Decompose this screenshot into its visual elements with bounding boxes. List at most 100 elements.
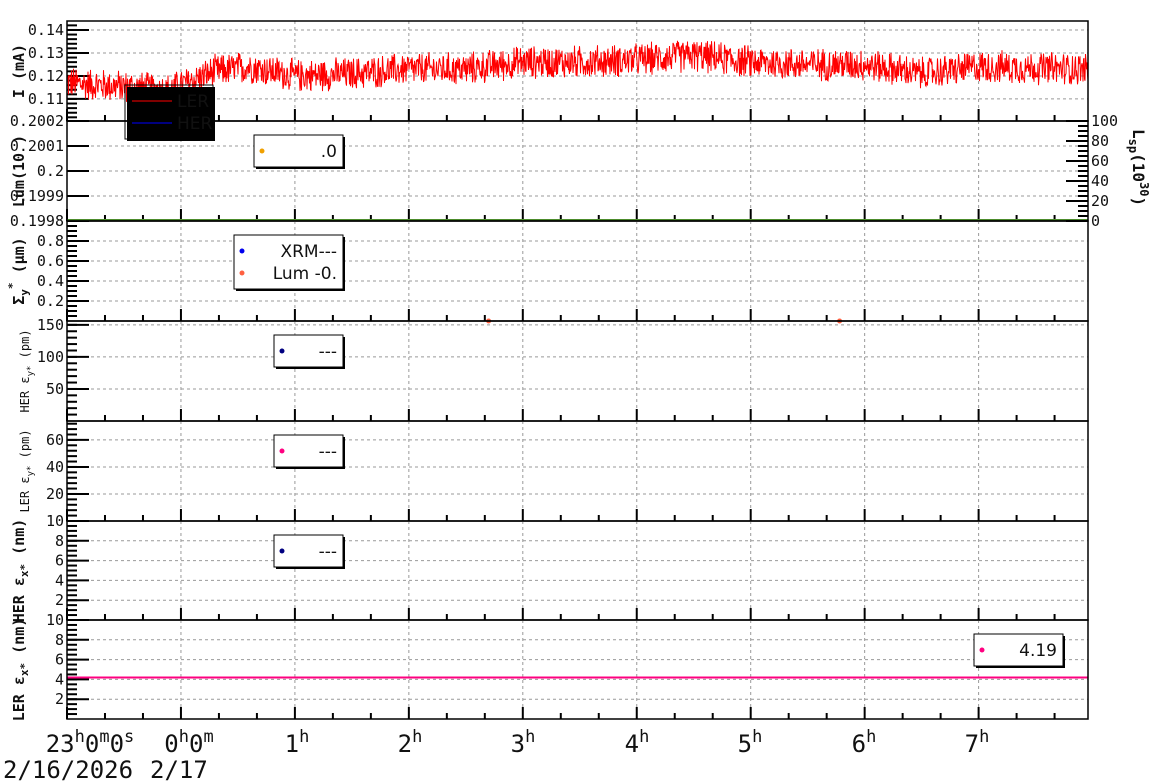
panel-frame bbox=[66, 520, 1089, 621]
legend-marker bbox=[239, 248, 245, 254]
panel-frame bbox=[66, 619, 1089, 720]
label-sub: y* bbox=[26, 366, 36, 377]
y-tick-label: 4 bbox=[55, 670, 64, 688]
label-main: 1 bbox=[285, 730, 299, 758]
legend-label: --- bbox=[319, 542, 337, 562]
label-main: 0 bbox=[164, 730, 178, 758]
label-main: 23 bbox=[46, 730, 75, 758]
label-unit: h bbox=[75, 727, 85, 747]
y-axis-label: Lum(10 ) bbox=[10, 135, 28, 207]
label-sub: x* bbox=[18, 564, 31, 577]
y-axis-label: Σy* (μm) bbox=[6, 237, 31, 304]
panel-ler-emit-x: 2 46 8 10 LER εx* (nm) bbox=[10, 611, 1089, 722]
label-main: L bbox=[1129, 129, 1148, 139]
y-tick-label: 40 bbox=[46, 458, 64, 476]
y-tick-label: 6 bbox=[55, 552, 64, 570]
label-main: HER ε bbox=[10, 577, 28, 622]
legend-label: LER bbox=[177, 92, 209, 112]
y-tick-label: 50 bbox=[46, 380, 64, 398]
y-tick-label: 0.6 bbox=[37, 252, 64, 270]
y-tick-label: 0.4 bbox=[37, 272, 64, 290]
y-tick-label: 150 bbox=[37, 316, 64, 334]
label-main: 4 bbox=[625, 730, 639, 758]
legend-ler-emit-y: --- bbox=[273, 434, 345, 469]
label-unit: m bbox=[203, 727, 213, 747]
label-unit: (nm) bbox=[10, 519, 28, 564]
label-unit: h bbox=[179, 727, 189, 747]
x-tick-label: 0h0m bbox=[164, 727, 213, 758]
label-unit: (μm) bbox=[10, 237, 28, 282]
legend-ler-emit-x: 4.19 bbox=[973, 633, 1065, 668]
legend-sigma-y: XRM---Lum -0. bbox=[233, 234, 345, 291]
label-main: 3 bbox=[511, 730, 525, 758]
label-main: HER ε bbox=[18, 376, 32, 412]
label-unit: h bbox=[525, 727, 535, 747]
legend-marker bbox=[279, 348, 285, 354]
x-tick-label: 23h0m0s bbox=[46, 727, 135, 758]
label-unit: m bbox=[99, 727, 109, 747]
y-axis-label: HER εy* (pm) bbox=[18, 329, 36, 412]
label-main: Lum(10 bbox=[10, 153, 28, 207]
label-unit: h bbox=[866, 727, 876, 747]
y-tick-label: 0.2002 bbox=[10, 112, 64, 130]
label-main: LER ε bbox=[10, 676, 28, 721]
label-sup: * bbox=[6, 282, 19, 289]
label-main: LER ε bbox=[18, 476, 32, 512]
label-rest: (10 bbox=[1129, 153, 1148, 182]
right-y-tick-label: 80 bbox=[1091, 132, 1109, 150]
label-unit: h bbox=[752, 727, 762, 747]
y-tick-label: 0.13 bbox=[28, 44, 64, 62]
y-tick-label: 2 bbox=[55, 690, 64, 708]
panel-frame bbox=[66, 320, 1089, 422]
panel-her-emit-x: 2 46 8 10 HER εx* (nm) bbox=[10, 512, 1089, 623]
y-tick-label: 100 bbox=[37, 348, 64, 366]
legend-luminosity: .0 bbox=[253, 134, 345, 169]
label-sub: sp bbox=[1126, 139, 1140, 153]
label-main: 5 bbox=[738, 730, 752, 758]
y-tick-label: 0.2 bbox=[37, 292, 64, 310]
y-tick-label: 10 bbox=[46, 611, 64, 629]
x-date-label: 2/16/2026 bbox=[3, 756, 133, 782]
x-tick-label: 1h bbox=[285, 727, 310, 758]
y-tick-label: 8 bbox=[55, 631, 64, 649]
legend-marker bbox=[259, 148, 265, 154]
y-tick-label: 60 bbox=[46, 431, 64, 449]
label-unit: h bbox=[299, 727, 309, 747]
legend-label: 4.19 bbox=[1019, 641, 1057, 661]
panel-frame bbox=[66, 220, 1089, 322]
right-y-axis-label: Lsp(1030) bbox=[1126, 129, 1151, 206]
right-y-tick-label: 40 bbox=[1091, 172, 1109, 190]
right-y-tick-label: 20 bbox=[1091, 192, 1109, 210]
label-main: Σ bbox=[10, 296, 28, 305]
y-axis-label: HER εx* (nm) bbox=[10, 519, 31, 623]
x-tick-label: 5h bbox=[738, 727, 763, 758]
ler-current-series-line bbox=[66, 40, 1089, 106]
label-main: I (mA) bbox=[10, 44, 28, 98]
y-tick-label: 20 bbox=[46, 485, 64, 503]
label-unit: s bbox=[124, 727, 134, 747]
label-unit: h bbox=[639, 727, 649, 747]
y-axis-label: LER εx* (nm) bbox=[10, 618, 31, 722]
legend-marker bbox=[279, 448, 285, 454]
y-tick-label: 0.11 bbox=[28, 90, 64, 108]
legend-marker bbox=[279, 548, 285, 554]
label-sub: y* bbox=[26, 466, 36, 477]
label-value: 0 bbox=[85, 730, 99, 758]
label-main: 7 bbox=[965, 730, 979, 758]
x-date-label: 2/17 bbox=[150, 756, 208, 782]
legend-current: LERHER bbox=[124, 84, 215, 141]
label-unit: h bbox=[412, 727, 422, 747]
legend-label: --- bbox=[319, 342, 337, 362]
legend-label: .0 bbox=[321, 142, 337, 162]
right-y-tick-label: 60 bbox=[1091, 152, 1109, 170]
label-tail: ) bbox=[10, 135, 28, 153]
label-sup: 30 bbox=[1137, 182, 1151, 196]
y-tick-label: 6 bbox=[55, 651, 64, 669]
legend-marker bbox=[239, 270, 245, 276]
x-tick-label: 7h bbox=[965, 727, 990, 758]
y-tick-label: 4 bbox=[55, 571, 64, 589]
legend-marker bbox=[979, 647, 985, 653]
legend-her-emit-x: --- bbox=[273, 534, 345, 569]
label-close: ) bbox=[1129, 196, 1148, 206]
legend-her-emit-y: --- bbox=[273, 334, 345, 369]
